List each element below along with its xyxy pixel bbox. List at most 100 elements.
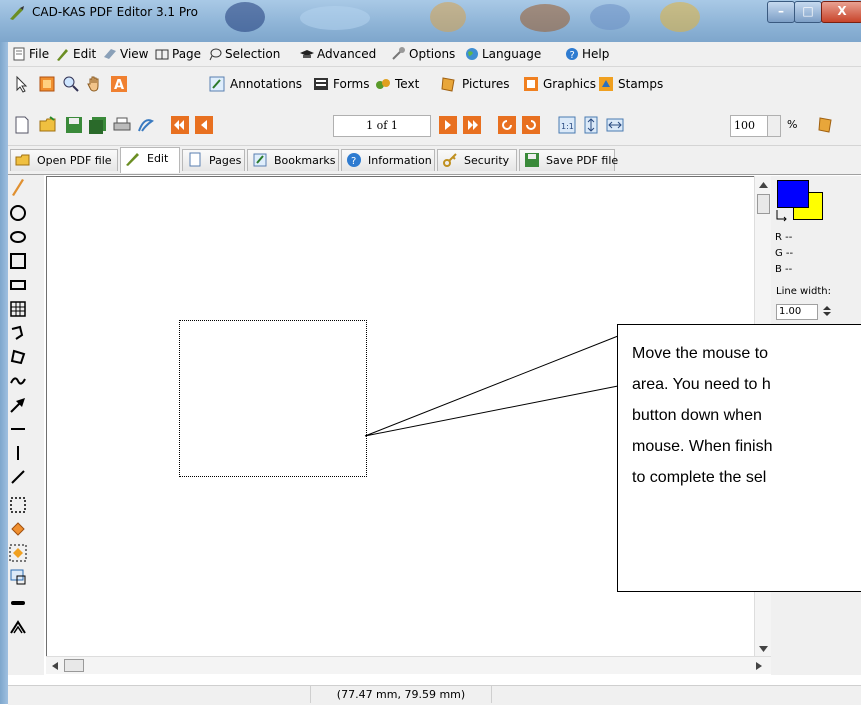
line-width-label: Line width: xyxy=(776,286,831,297)
rectangle-select-icon[interactable] xyxy=(8,495,28,515)
selection-rectangle[interactable] xyxy=(179,320,367,477)
menu-page[interactable]: Page xyxy=(155,46,201,62)
open-folder-icon[interactable] xyxy=(38,115,58,135)
forms-mode[interactable]: Forms xyxy=(333,75,369,93)
horizontal-scrollbar[interactable] xyxy=(46,656,771,674)
rectangle-icon[interactable] xyxy=(8,275,28,295)
tab-pages[interactable]: Pages xyxy=(182,149,245,171)
menu-language[interactable]: Language xyxy=(465,46,541,62)
menu-help[interactable]: ? Help xyxy=(565,46,609,62)
rotate-right-icon[interactable] xyxy=(521,115,541,135)
table-icon[interactable] xyxy=(8,299,28,319)
svg-text:?: ? xyxy=(570,50,575,61)
curve-icon[interactable] xyxy=(8,371,28,391)
menu-options[interactable]: Options xyxy=(392,46,455,62)
rotate-left-icon[interactable] xyxy=(497,115,517,135)
annotations-mode[interactable]: Annotations xyxy=(230,75,302,93)
tab-open-pdf-file[interactable]: Open PDF file xyxy=(10,149,118,171)
minimize-button[interactable]: – xyxy=(767,1,795,23)
maximize-button[interactable]: □ xyxy=(794,1,822,23)
first-page-icon[interactable] xyxy=(170,115,190,135)
stamps-mode[interactable]: Stamps xyxy=(618,75,663,93)
scroll-right-icon[interactable] xyxy=(756,662,762,670)
resize-icon[interactable] xyxy=(8,567,28,587)
previous-page-icon[interactable] xyxy=(194,115,214,135)
tab-edit[interactable]: Edit xyxy=(120,147,180,173)
window-left-border xyxy=(0,42,8,704)
last-page-icon[interactable] xyxy=(462,115,482,135)
save-all-icon[interactable] xyxy=(88,115,108,135)
document-icon xyxy=(13,47,25,61)
wrench-icon xyxy=(392,47,405,60)
ellipse-icon[interactable] xyxy=(8,227,28,247)
new-document-icon[interactable] xyxy=(12,115,32,135)
callout-line: area. You need to h xyxy=(632,376,771,393)
fill-selection-icon[interactable] xyxy=(8,543,28,563)
forms-icon xyxy=(314,78,328,90)
pencil-icon[interactable] xyxy=(10,177,26,197)
menu-file[interactable]: File xyxy=(12,46,49,62)
instruction-callout: Move the mouse to area. You need to h bu… xyxy=(617,324,861,592)
menu-advanced[interactable]: Advanced xyxy=(300,46,376,62)
tab-save-pdf-file[interactable]: Save PDF file xyxy=(519,149,618,171)
help-icon: ? xyxy=(566,48,578,61)
lasso-icon xyxy=(209,48,222,61)
title-bar: CAD-KAS PDF Editor 3.1 Pro – □ X xyxy=(0,0,861,42)
chevron-up-icon[interactable] xyxy=(8,617,28,637)
zoom-icon[interactable] xyxy=(62,75,80,93)
app-logo-icon xyxy=(10,6,24,20)
tab-bookmarks[interactable]: Bookmarks xyxy=(247,149,339,171)
tab-bar: Open PDF file Edit Pages Bookmarks ? Info… xyxy=(8,146,861,175)
bookmarks-icon xyxy=(253,153,267,167)
page-thumbnail-icon[interactable] xyxy=(38,75,56,93)
diagonal-line-icon[interactable] xyxy=(8,467,28,487)
bookmark-icon[interactable] xyxy=(816,115,836,135)
text-select-icon[interactable]: A xyxy=(110,75,128,93)
close-button[interactable]: X xyxy=(821,1,861,23)
line-width-stepper-icon[interactable] xyxy=(820,304,834,318)
scroll-down-icon[interactable] xyxy=(759,646,768,652)
graphics-mode[interactable]: Graphics xyxy=(543,75,596,93)
pointer-icon[interactable] xyxy=(12,75,30,93)
callout-line: Move the mouse to xyxy=(632,345,769,362)
zoom-stepper[interactable] xyxy=(767,115,781,137)
menu-bar: File Edit View Page Selection Advanced O… xyxy=(8,42,861,67)
polygon-icon[interactable] xyxy=(8,347,28,367)
scroll-left-icon[interactable] xyxy=(52,662,58,670)
square-icon[interactable] xyxy=(8,251,28,271)
menu-selection[interactable]: Selection xyxy=(208,46,280,62)
thick-line-icon[interactable] xyxy=(8,593,28,613)
text-mode[interactable]: Text xyxy=(395,75,419,93)
pictures-mode[interactable]: Pictures xyxy=(462,75,510,93)
hand-pan-icon[interactable] xyxy=(86,75,104,93)
print-icon[interactable] xyxy=(112,115,132,135)
vertical-scroll-thumb[interactable] xyxy=(757,194,770,214)
circle-icon[interactable] xyxy=(8,203,28,223)
horizontal-line-icon[interactable] xyxy=(8,419,28,439)
fit-width-icon[interactable] xyxy=(605,115,625,135)
status-bar: (77.47 mm, 79.59 mm) xyxy=(8,685,861,705)
fit-height-icon[interactable] xyxy=(581,115,601,135)
arrow-icon[interactable] xyxy=(8,395,28,415)
fill-icon[interactable] xyxy=(8,519,28,539)
zoom-input[interactable]: 100 xyxy=(730,115,769,137)
next-page-icon[interactable] xyxy=(438,115,458,135)
email-signature-icon[interactable] xyxy=(136,115,156,135)
line-width-input[interactable]: 1.00 xyxy=(776,304,818,320)
polyline-icon[interactable] xyxy=(8,323,28,343)
tab-information[interactable]: ? Information xyxy=(341,149,435,171)
scroll-up-icon[interactable] xyxy=(759,182,768,188)
cursor-coordinates: (77.47 mm, 79.59 mm) xyxy=(310,686,492,703)
foreground-color-swatch[interactable] xyxy=(777,180,809,208)
svg-text:?: ? xyxy=(351,156,356,167)
horizontal-scroll-thumb[interactable] xyxy=(64,659,84,672)
menu-edit[interactable]: Edit xyxy=(56,46,96,62)
page-number-field[interactable]: 1 of 1 xyxy=(333,115,431,137)
vertical-line-icon[interactable] xyxy=(8,443,28,463)
tab-security[interactable]: Security xyxy=(437,149,517,171)
pages-icon xyxy=(189,152,201,167)
actual-size-icon[interactable]: 1:1 xyxy=(557,115,577,135)
menu-view[interactable]: View xyxy=(103,46,148,62)
swap-colors-icon[interactable] xyxy=(775,208,789,222)
save-icon[interactable] xyxy=(64,115,84,135)
